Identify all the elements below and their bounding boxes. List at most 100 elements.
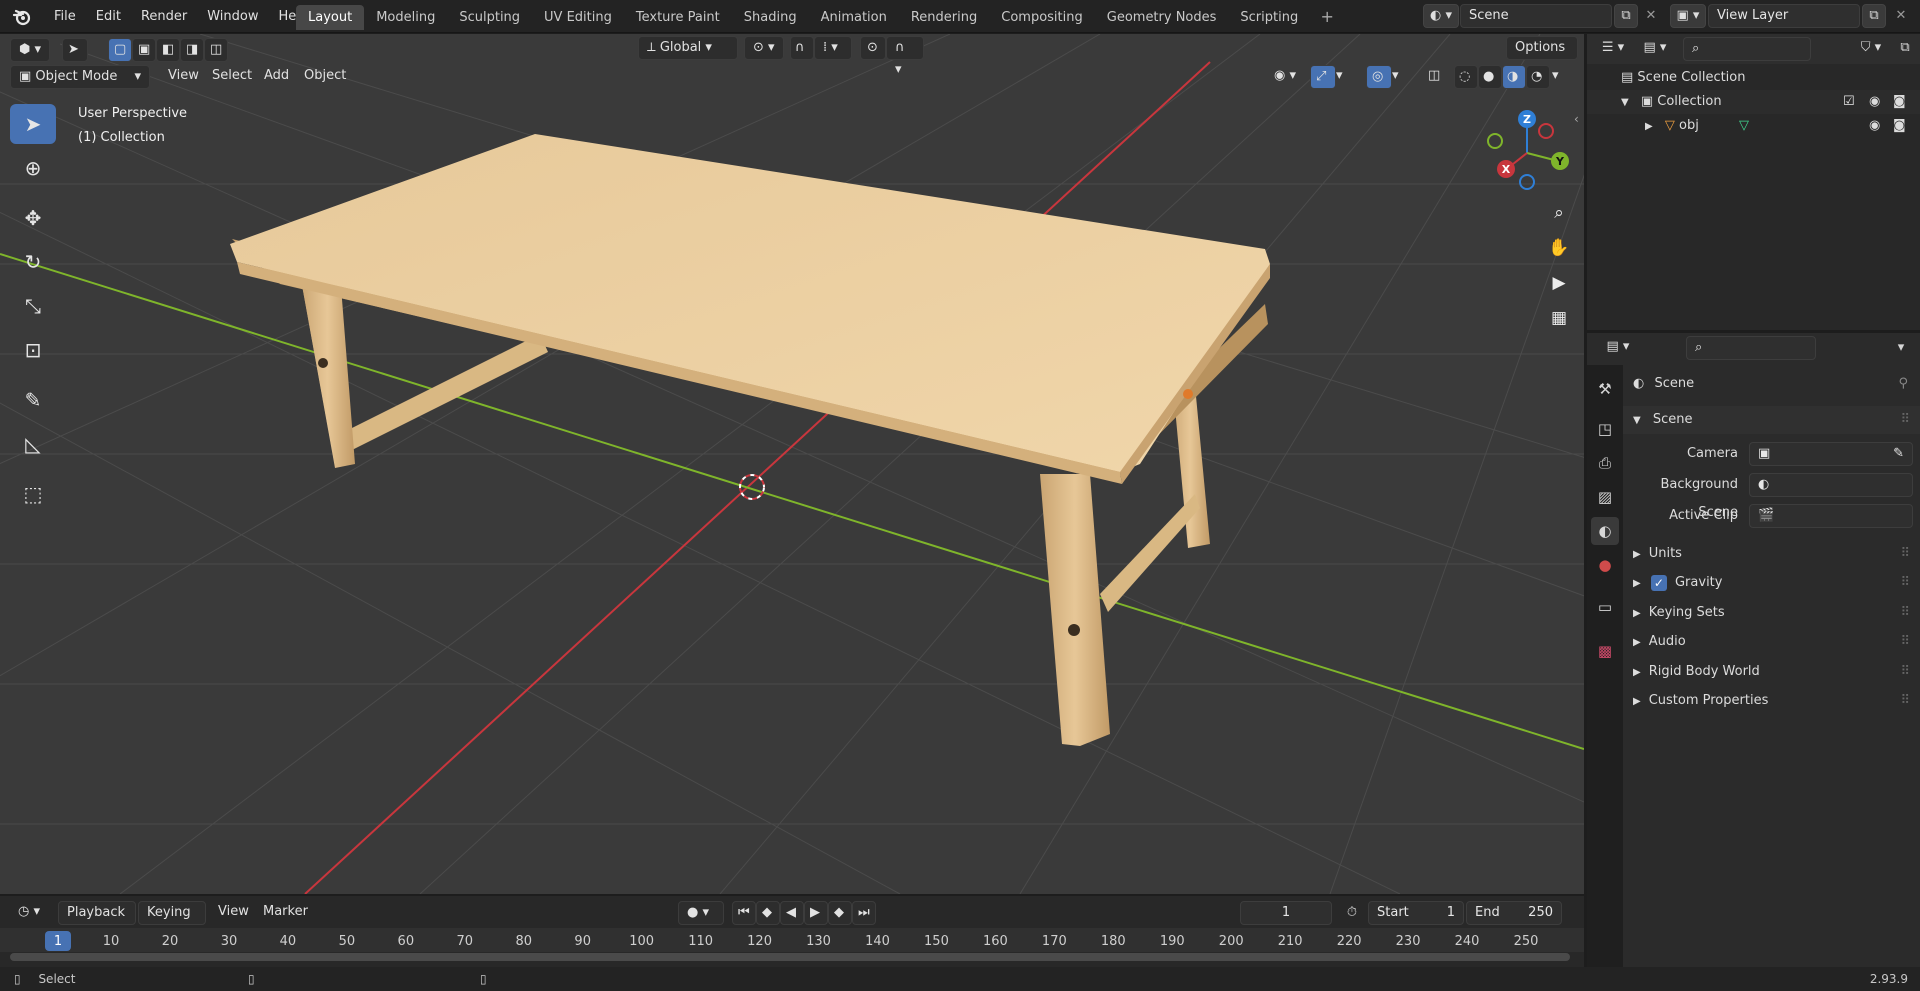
jump-end-icon[interactable]: ⏭	[852, 901, 876, 925]
select-mode-subtract-icon[interactable]: ◧	[156, 38, 180, 62]
keying-dropdown[interactable]: Keying ▾	[138, 901, 206, 942]
tab-texture-paint[interactable]: Texture Paint	[624, 5, 732, 30]
delete-scene-icon[interactable]: ✕	[1642, 4, 1660, 28]
units-panel-header[interactable]: ▶ Units ⠿	[1623, 540, 1920, 568]
new-scene-icon[interactable]: ⧉	[1614, 4, 1638, 28]
object-menu[interactable]: Object	[296, 65, 354, 89]
properties-options-chevron-icon[interactable]: ▾	[1890, 336, 1912, 360]
next-keyframe-icon[interactable]: ◆	[828, 901, 852, 925]
collection-camera-icon[interactable]: ◙	[1893, 90, 1906, 114]
outliner-scene-collection-row[interactable]: ▤ Scene Collection	[1587, 66, 1920, 90]
eyedropper-icon[interactable]: ✎	[1893, 443, 1904, 465]
options-dropdown[interactable]: Options ▾	[1506, 36, 1578, 77]
custom-properties-drag-handle-icon[interactable]: ⠿	[1900, 687, 1910, 715]
tab-compositing[interactable]: Compositing	[989, 5, 1095, 30]
outliner-search-input[interactable]: ⌕	[1683, 37, 1811, 61]
tab-layout[interactable]: Layout	[296, 4, 365, 30]
outliner-editor-type[interactable]: ☰ ▾	[1595, 37, 1631, 61]
delete-view-layer-icon[interactable]: ✕	[1892, 4, 1910, 28]
gravity-drag-handle-icon[interactable]: ⠿	[1900, 569, 1910, 597]
add-menu[interactable]: Add	[256, 65, 297, 89]
menu-edit[interactable]: Edit	[86, 0, 131, 33]
scene-panel-header[interactable]: ▼ Scene ⠿	[1623, 406, 1920, 434]
editor-type-button[interactable]: ⬢ ▾	[10, 38, 50, 62]
active-clip-field[interactable]: 🎬	[1749, 504, 1913, 528]
collection-tab-icon[interactable]: ▭	[1591, 593, 1619, 621]
playback-dropdown[interactable]: Playback ▾	[58, 901, 136, 942]
end-frame-field[interactable]: End 250	[1466, 901, 1562, 925]
output-tab-icon[interactable]: ⎙	[1591, 449, 1619, 477]
view-layer-field[interactable]: View Layer	[1708, 4, 1860, 28]
xray-toggle[interactable]: ◫	[1424, 65, 1448, 89]
play-reverse-icon[interactable]: ◀	[780, 901, 804, 925]
tool-tab-icon[interactable]: ⚒	[1591, 375, 1619, 403]
camera-field[interactable]: ▣ ✎	[1749, 442, 1913, 466]
outliner-object-row[interactable]: ▶ ▽ obj ▽ ◉ ◙	[1587, 114, 1920, 138]
shading-rendered-icon[interactable]: ◔	[1526, 65, 1550, 89]
jump-start-icon[interactable]: ⏮	[732, 901, 756, 925]
scene-browse-button[interactable]: ◐ ▾	[1423, 4, 1459, 28]
tab-animation[interactable]: Animation	[809, 5, 899, 30]
snap-target-dropdown[interactable]: ⁞ ▾	[814, 36, 852, 60]
scene-name-field[interactable]: Scene	[1460, 4, 1612, 28]
collection-eye-icon[interactable]: ◉	[1869, 90, 1880, 114]
tab-sculpting[interactable]: Sculpting	[447, 5, 532, 30]
menu-file[interactable]: File	[44, 0, 86, 33]
pan-hand-icon[interactable]: ✋	[1544, 233, 1574, 263]
object-eye-icon[interactable]: ◉	[1869, 114, 1880, 138]
add-workspace-button[interactable]: +	[1316, 6, 1338, 28]
zoom-icon[interactable]: ⌕	[1544, 198, 1574, 228]
pivot-point-dropdown[interactable]: ⊙ ▾	[744, 36, 784, 60]
object-mode-dropdown[interactable]: ▣ Object Mode ▾	[10, 65, 150, 89]
auto-keying-toggle[interactable]: ● ▾	[678, 901, 724, 925]
pin-icon[interactable]: ⚲	[1898, 370, 1908, 398]
select-mode-new-icon[interactable]: ▢	[108, 38, 132, 62]
view-layer-browse-button[interactable]: ▣ ▾	[1670, 4, 1706, 28]
audio-panel-header[interactable]: ▶ Audio ⠿	[1623, 628, 1920, 656]
transform-tool-icon[interactable]: ⊡	[10, 330, 56, 370]
expand-arrow-icon[interactable]: ▶	[1645, 121, 1653, 132]
gizmo-dropdown[interactable]: ▾	[1336, 65, 1356, 89]
perspective-grid-icon[interactable]: ▦	[1544, 303, 1574, 333]
add-cube-tool-icon[interactable]: ⬚	[10, 474, 56, 514]
filter-dropdown[interactable]: ⛉ ▾	[1853, 37, 1889, 61]
snap-toggle[interactable]: ∩	[790, 36, 814, 60]
move-tool-icon[interactable]: ✥	[10, 198, 56, 238]
keying-sets-panel-header[interactable]: ▶ Keying Sets ⠿	[1623, 599, 1920, 627]
audio-drag-handle-icon[interactable]: ⠿	[1900, 628, 1910, 656]
measure-tool-icon[interactable]: ◺	[10, 424, 56, 464]
navigation-gizmo[interactable]: Z Y X	[1480, 106, 1578, 196]
texture-tab-icon[interactable]: ▩	[1591, 637, 1619, 665]
select-mode-invert-icon[interactable]: ◫	[204, 38, 228, 62]
tab-rendering[interactable]: Rendering	[899, 5, 989, 30]
timeline-editor-type[interactable]: ◷ ▾	[10, 901, 50, 925]
stopwatch-icon[interactable]: ⏱	[1340, 901, 1364, 925]
display-mode-dropdown[interactable]: ▤ ▾	[1637, 37, 1673, 61]
transform-orientation-dropdown[interactable]: ⟂ Global ▾	[638, 36, 738, 60]
render-tab-icon[interactable]: ◳	[1591, 415, 1619, 443]
current-frame-field[interactable]: 1	[1240, 901, 1332, 925]
menu-render[interactable]: Render	[131, 0, 197, 33]
tab-geometry-nodes[interactable]: Geometry Nodes	[1095, 5, 1229, 30]
gravity-panel-header[interactable]: ▶ ✓ Gravity ⠿	[1623, 569, 1920, 597]
marker-menu[interactable]: Marker	[255, 901, 316, 925]
play-icon[interactable]: ▶	[804, 901, 828, 925]
select-box-tool-icon[interactable]: ➤	[10, 104, 56, 144]
collapse-arrow-icon[interactable]: ▼	[1621, 97, 1629, 108]
shading-solid-icon[interactable]: ●	[1478, 65, 1502, 89]
overlay-toggle[interactable]: ◎	[1366, 65, 1392, 89]
rigid-body-world-panel-header[interactable]: ▶ Rigid Body World ⠿	[1623, 658, 1920, 686]
drag-handle-icon[interactable]: ⠿	[1900, 406, 1910, 434]
tab-shading[interactable]: Shading	[732, 5, 809, 30]
blender-logo-icon[interactable]	[0, 0, 44, 33]
timeline-scrollbar[interactable]	[10, 953, 1570, 961]
visibility-dropdown[interactable]: ◉ ▾	[1266, 65, 1306, 89]
cursor-tool-icon[interactable]: ⊕	[10, 148, 56, 188]
rotate-tool-icon[interactable]: ↻	[10, 242, 56, 282]
object-camera-icon[interactable]: ◙	[1893, 114, 1906, 138]
3d-viewport[interactable]	[0, 34, 1584, 894]
falloff-dropdown[interactable]: ∩ ▾	[886, 36, 924, 77]
collection-checkbox-icon[interactable]: ☑	[1843, 90, 1855, 114]
properties-editor-type[interactable]: ▤ ▾	[1600, 336, 1636, 360]
shading-dropdown[interactable]: ▾	[1552, 65, 1572, 89]
